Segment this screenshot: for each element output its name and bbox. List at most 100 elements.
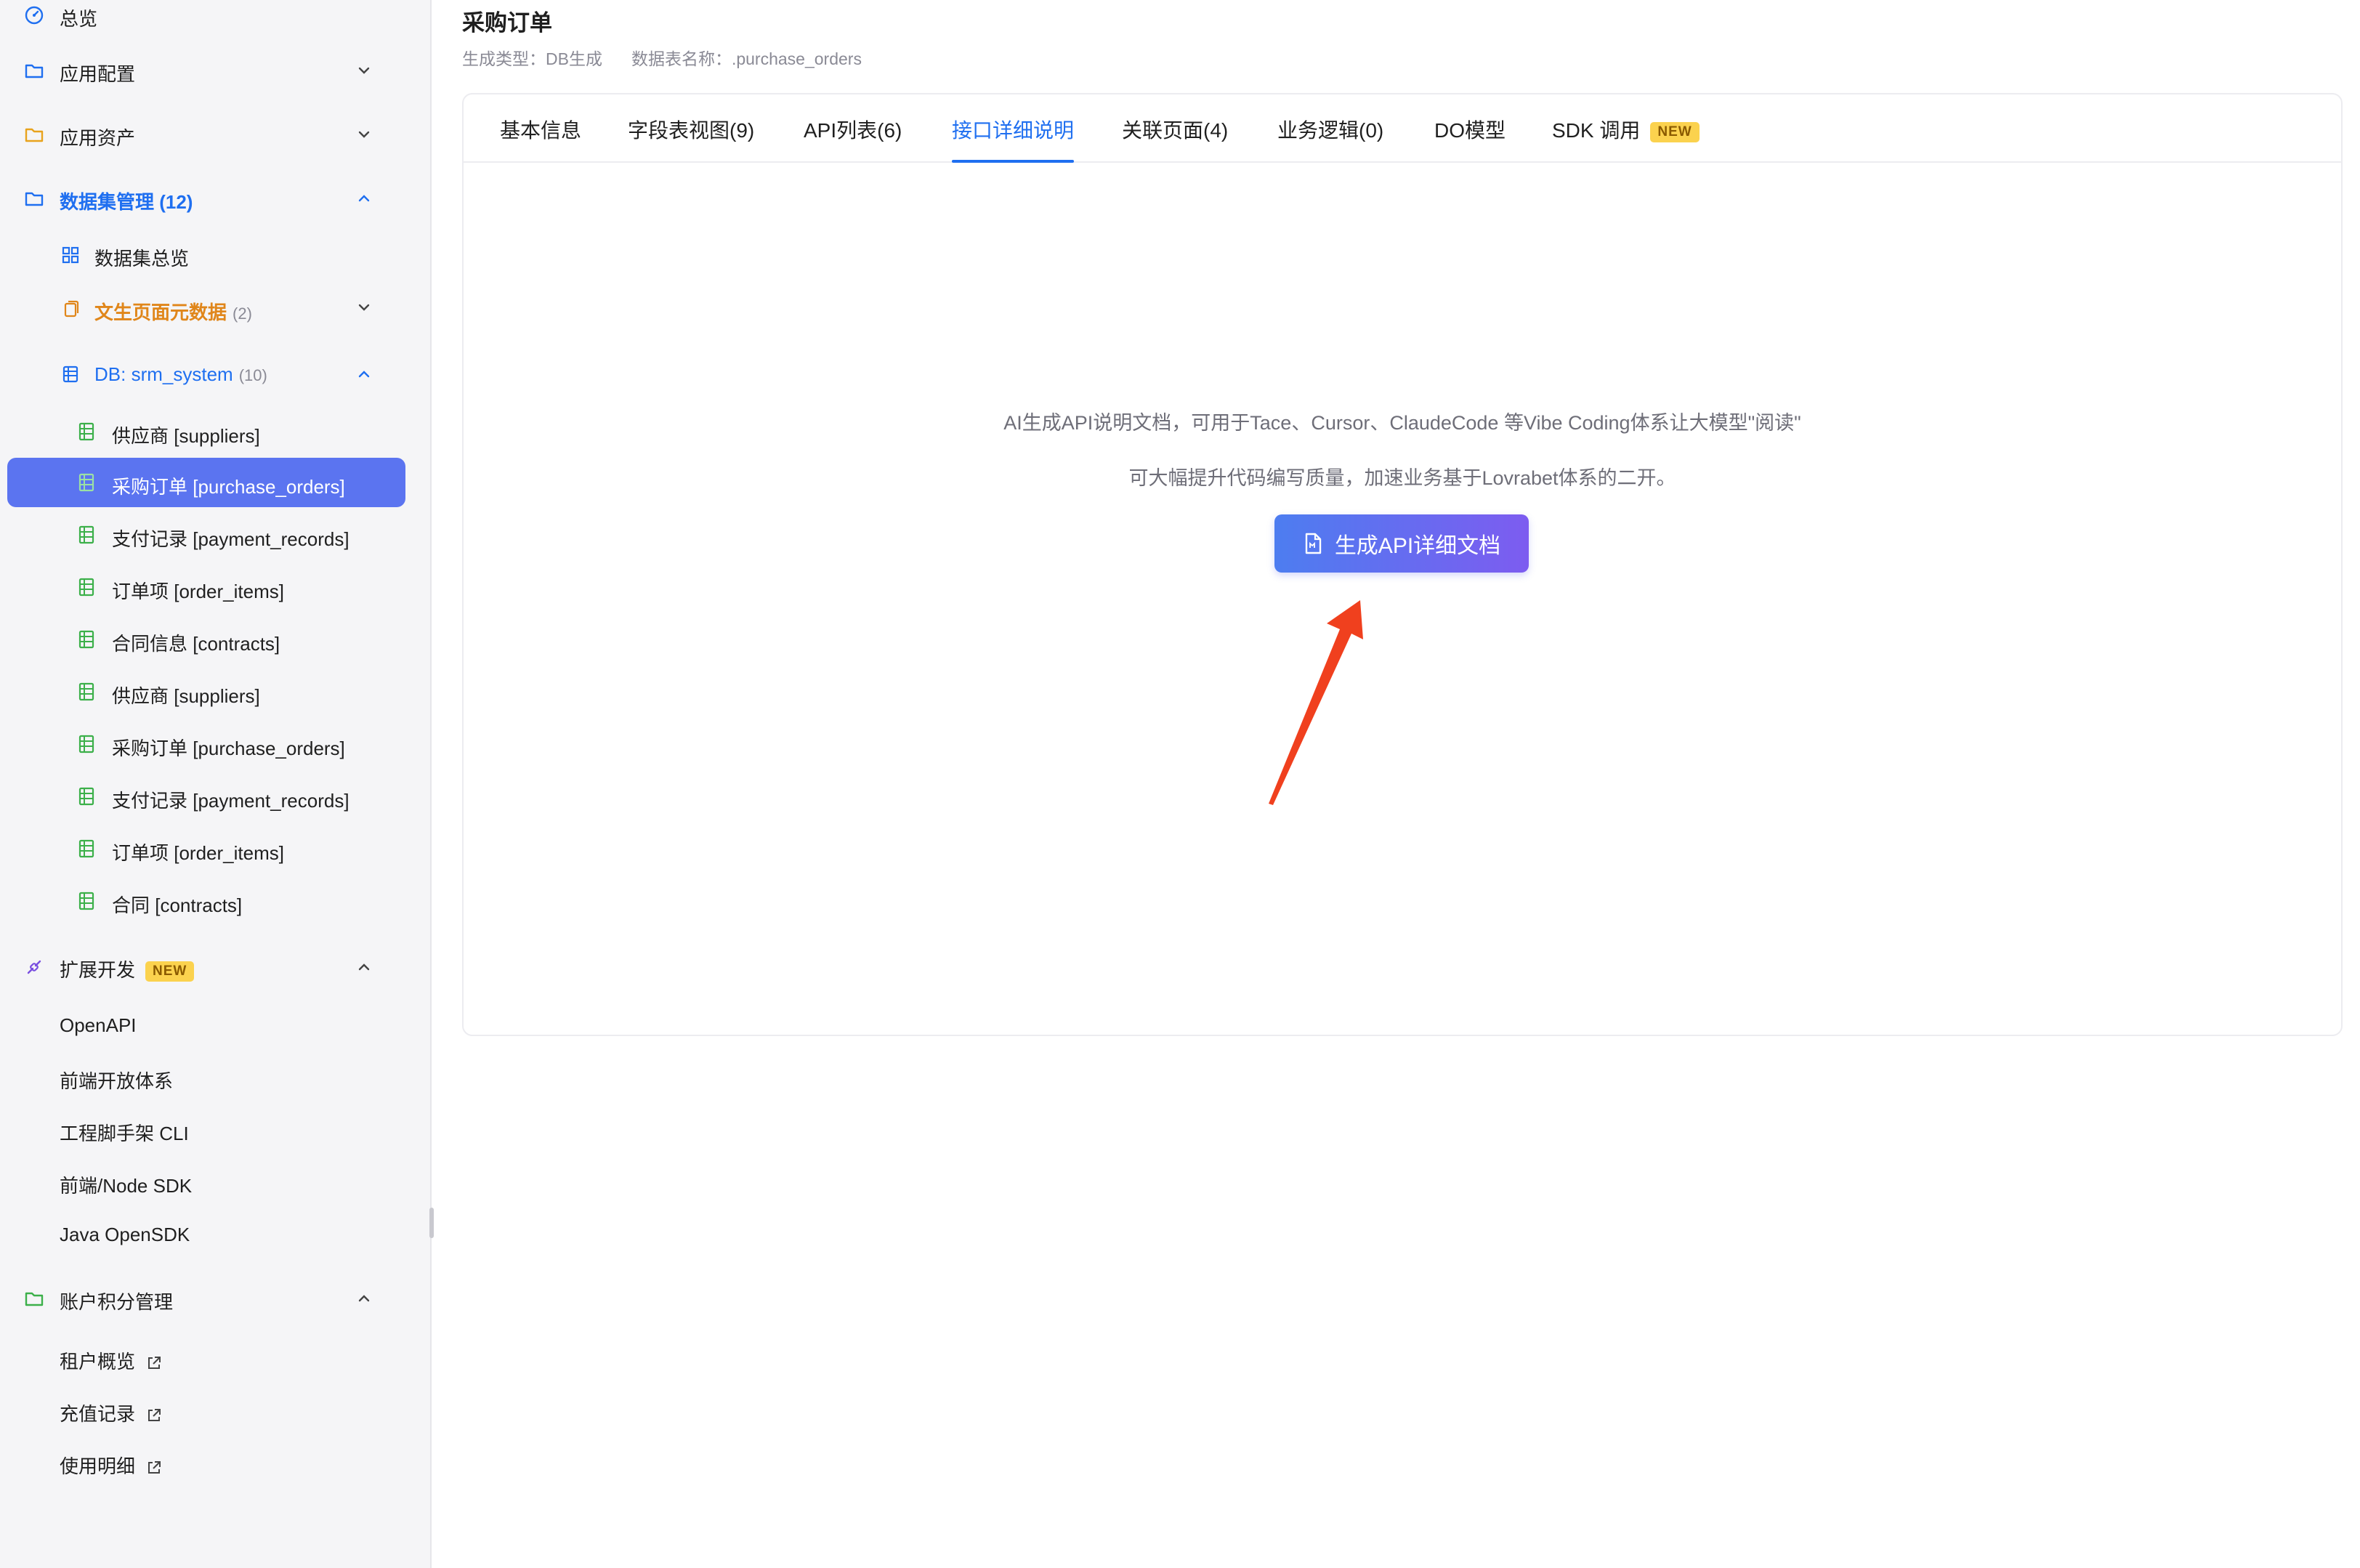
sidebar-item-label: Java OpenSDK bbox=[60, 1224, 190, 1245]
tab-api-details[interactable]: 接口详细说明 bbox=[952, 115, 1075, 163]
sidebar-table-item[interactable]: 支付记录 [payment_records] bbox=[7, 777, 405, 815]
grid-icon bbox=[58, 243, 83, 267]
tab-business-logic[interactable]: 业务逻辑(0) bbox=[1277, 115, 1383, 163]
sidebar-item-text-page-meta[interactable]: 文生页面元数据 (2) bbox=[7, 289, 405, 328]
table-icon bbox=[74, 627, 99, 652]
sidebar-table-item[interactable]: 支付记录 [payment_records] bbox=[7, 516, 405, 554]
table-label: 订单项 [order_items] bbox=[112, 581, 284, 602]
sidebar-item-account[interactable]: 账户积分管理 bbox=[7, 1279, 405, 1318]
sidebar-item-label: 前端开放体系 bbox=[60, 1070, 174, 1092]
sidebar: 总览 应用配置 应用资产 数据集管理 (12) 数据集总览 文生页面元数据 (2… bbox=[0, 0, 432, 1568]
sidebar-item-ext-dev[interactable]: 扩展开发 NEW bbox=[7, 947, 405, 987]
sidebar-table-item[interactable]: 供应商 [suppliers] bbox=[7, 413, 405, 450]
sidebar-item-recharge[interactable]: 充值记录 bbox=[7, 1391, 405, 1428]
sidebar-item-label: 扩展开发 bbox=[60, 959, 136, 981]
tab-label: SDK 调用 bbox=[1552, 119, 1641, 142]
description-line-1: AI生成API说明文档，可用于Tace、Cursor、ClaudeCode 等V… bbox=[1003, 412, 1801, 434]
document-icon bbox=[1303, 533, 1323, 554]
external-link-icon bbox=[145, 1459, 163, 1476]
sidebar-item-tenant-overview[interactable]: 租户概览 bbox=[7, 1338, 405, 1376]
tab-bar: 基本信息 字段表视图(9) API列表(6) 接口详细说明 关联页面(4) 业务… bbox=[464, 94, 2341, 163]
sidebar-item-app-assets[interactable]: 应用资产 bbox=[7, 116, 405, 153]
detail-card: 基本信息 字段表视图(9) API列表(6) 接口详细说明 关联页面(4) 业务… bbox=[462, 93, 2343, 1036]
sidebar-item-node-sdk[interactable]: 前端/Node SDK bbox=[7, 1163, 405, 1200]
table-label: 订单项 [order_items] bbox=[112, 842, 284, 864]
sidebar-table-item-active[interactable]: 采购订单 [purchase_orders] bbox=[7, 458, 405, 507]
sidebar-item-label: OpenAPI bbox=[60, 1014, 137, 1036]
sidebar-table-item[interactable]: 订单项 [order_items] bbox=[7, 830, 405, 868]
external-link-icon bbox=[145, 1354, 163, 1372]
sidebar-item-label: 总览 bbox=[60, 8, 98, 30]
external-link-icon bbox=[145, 1407, 163, 1424]
table-icon bbox=[74, 419, 99, 444]
folder-icon bbox=[22, 122, 47, 147]
sidebar-item-dataset-overview[interactable]: 数据集总览 bbox=[7, 237, 405, 273]
chevron-up-icon[interactable] bbox=[352, 955, 376, 979]
tab-do-model[interactable]: DO模型 bbox=[1434, 115, 1506, 163]
folder-icon bbox=[22, 1286, 47, 1311]
table-icon bbox=[74, 679, 99, 704]
page-meta: 生成类型：DB生成 数据表名称：.purchase_orders bbox=[462, 45, 862, 70]
table-label: 合同信息 [contracts] bbox=[112, 633, 280, 655]
chevron-up-icon[interactable] bbox=[352, 362, 376, 387]
database-table-icon bbox=[58, 362, 83, 387]
table-label: 采购订单 [purchase_orders] bbox=[112, 737, 345, 759]
table-icon bbox=[74, 889, 99, 913]
sidebar-item-label: 文生页面元数据 bbox=[94, 302, 227, 323]
sidebar-item-usage[interactable]: 使用明细 bbox=[7, 1443, 405, 1481]
description-line-2: 可大幅提升代码编写质量，加速业务基于Lovrabet体系的二开。 bbox=[1128, 467, 1676, 489]
folder-icon bbox=[22, 58, 47, 83]
table-label: 供应商 [suppliers] bbox=[112, 425, 260, 447]
tab-sdk-call[interactable]: SDK 调用 NEW bbox=[1552, 115, 1700, 163]
table-label: 采购订单 [purchase_orders] bbox=[112, 476, 345, 498]
sidebar-item-label: 工程脚手架 CLI bbox=[60, 1123, 189, 1144]
chevron-up-icon[interactable] bbox=[352, 186, 376, 211]
sidebar-item-db-group[interactable]: DB: srm_system (10) bbox=[7, 355, 405, 394]
tab-api-list[interactable]: API列表(6) bbox=[804, 115, 902, 163]
table-icon bbox=[74, 522, 99, 547]
sidebar-table-item[interactable]: 合同 [contracts] bbox=[7, 882, 405, 920]
sidebar-item-app-config[interactable]: 应用配置 bbox=[7, 52, 405, 89]
new-badge: NEW bbox=[1650, 121, 1700, 142]
table-icon bbox=[74, 575, 99, 599]
tab-basic-info[interactable]: 基本信息 bbox=[500, 115, 581, 163]
sidebar-item-label: 数据集管理 (12) bbox=[60, 191, 193, 213]
new-badge: NEW bbox=[145, 961, 195, 982]
chevron-up-icon[interactable] bbox=[352, 1286, 376, 1311]
document-copy-icon bbox=[58, 296, 83, 321]
dashboard-icon bbox=[22, 3, 47, 28]
table-label: 供应商 [suppliers] bbox=[112, 685, 260, 707]
sidebar-item-label: 充值记录 bbox=[60, 1403, 136, 1425]
table-icon bbox=[74, 836, 99, 861]
page-title: 采购订单 bbox=[462, 10, 552, 36]
sidebar-item-java-sdk[interactable]: Java OpenSDK bbox=[7, 1215, 405, 1253]
sidebar-table-item[interactable]: 合同信息 [contracts] bbox=[7, 621, 405, 658]
table-label: 支付记录 [payment_records] bbox=[112, 790, 349, 812]
generation-type: 生成类型：DB生成 bbox=[462, 49, 602, 68]
tab-field-view[interactable]: 字段表视图(9) bbox=[628, 115, 754, 163]
sidebar-resize-handle[interactable] bbox=[429, 1208, 434, 1238]
chevron-down-icon[interactable] bbox=[352, 58, 376, 83]
sidebar-table-item[interactable]: 供应商 [suppliers] bbox=[7, 673, 405, 711]
sidebar-item-label: 数据集总览 bbox=[94, 248, 190, 270]
table-name: 数据表名称：.purchase_orders bbox=[631, 49, 862, 68]
sidebar-item-label: 租户概览 bbox=[60, 1351, 136, 1373]
sidebar-item-label: 应用配置 bbox=[60, 63, 136, 85]
sidebar-item-dataset-mgmt[interactable]: 数据集管理 (12) bbox=[7, 180, 405, 217]
sidebar-item-openapi[interactable]: OpenAPI bbox=[7, 1006, 405, 1043]
sidebar-item-frontend-open[interactable]: 前端开放体系 bbox=[7, 1058, 405, 1096]
sidebar-table-item[interactable]: 采购订单 [purchase_orders] bbox=[7, 725, 405, 763]
generate-api-doc-button[interactable]: 生成API详细文档 bbox=[1274, 514, 1529, 573]
item-count: (10) bbox=[238, 366, 267, 384]
button-label: 生成API详细文档 bbox=[1334, 534, 1501, 558]
tab-related-pages[interactable]: 关联页面(4) bbox=[1122, 115, 1228, 163]
sidebar-item-overview[interactable]: 总览 bbox=[7, 0, 405, 32]
sidebar-item-cli[interactable]: 工程脚手架 CLI bbox=[7, 1110, 405, 1148]
item-count: (2) bbox=[233, 304, 252, 323]
sidebar-table-item[interactable]: 订单项 [order_items] bbox=[7, 568, 405, 606]
sidebar-item-label: DB: srm_system bbox=[94, 363, 233, 385]
plug-icon bbox=[22, 955, 47, 979]
sidebar-item-label: 前端/Node SDK bbox=[60, 1175, 193, 1197]
chevron-down-icon[interactable] bbox=[352, 295, 376, 320]
chevron-down-icon[interactable] bbox=[352, 122, 376, 147]
